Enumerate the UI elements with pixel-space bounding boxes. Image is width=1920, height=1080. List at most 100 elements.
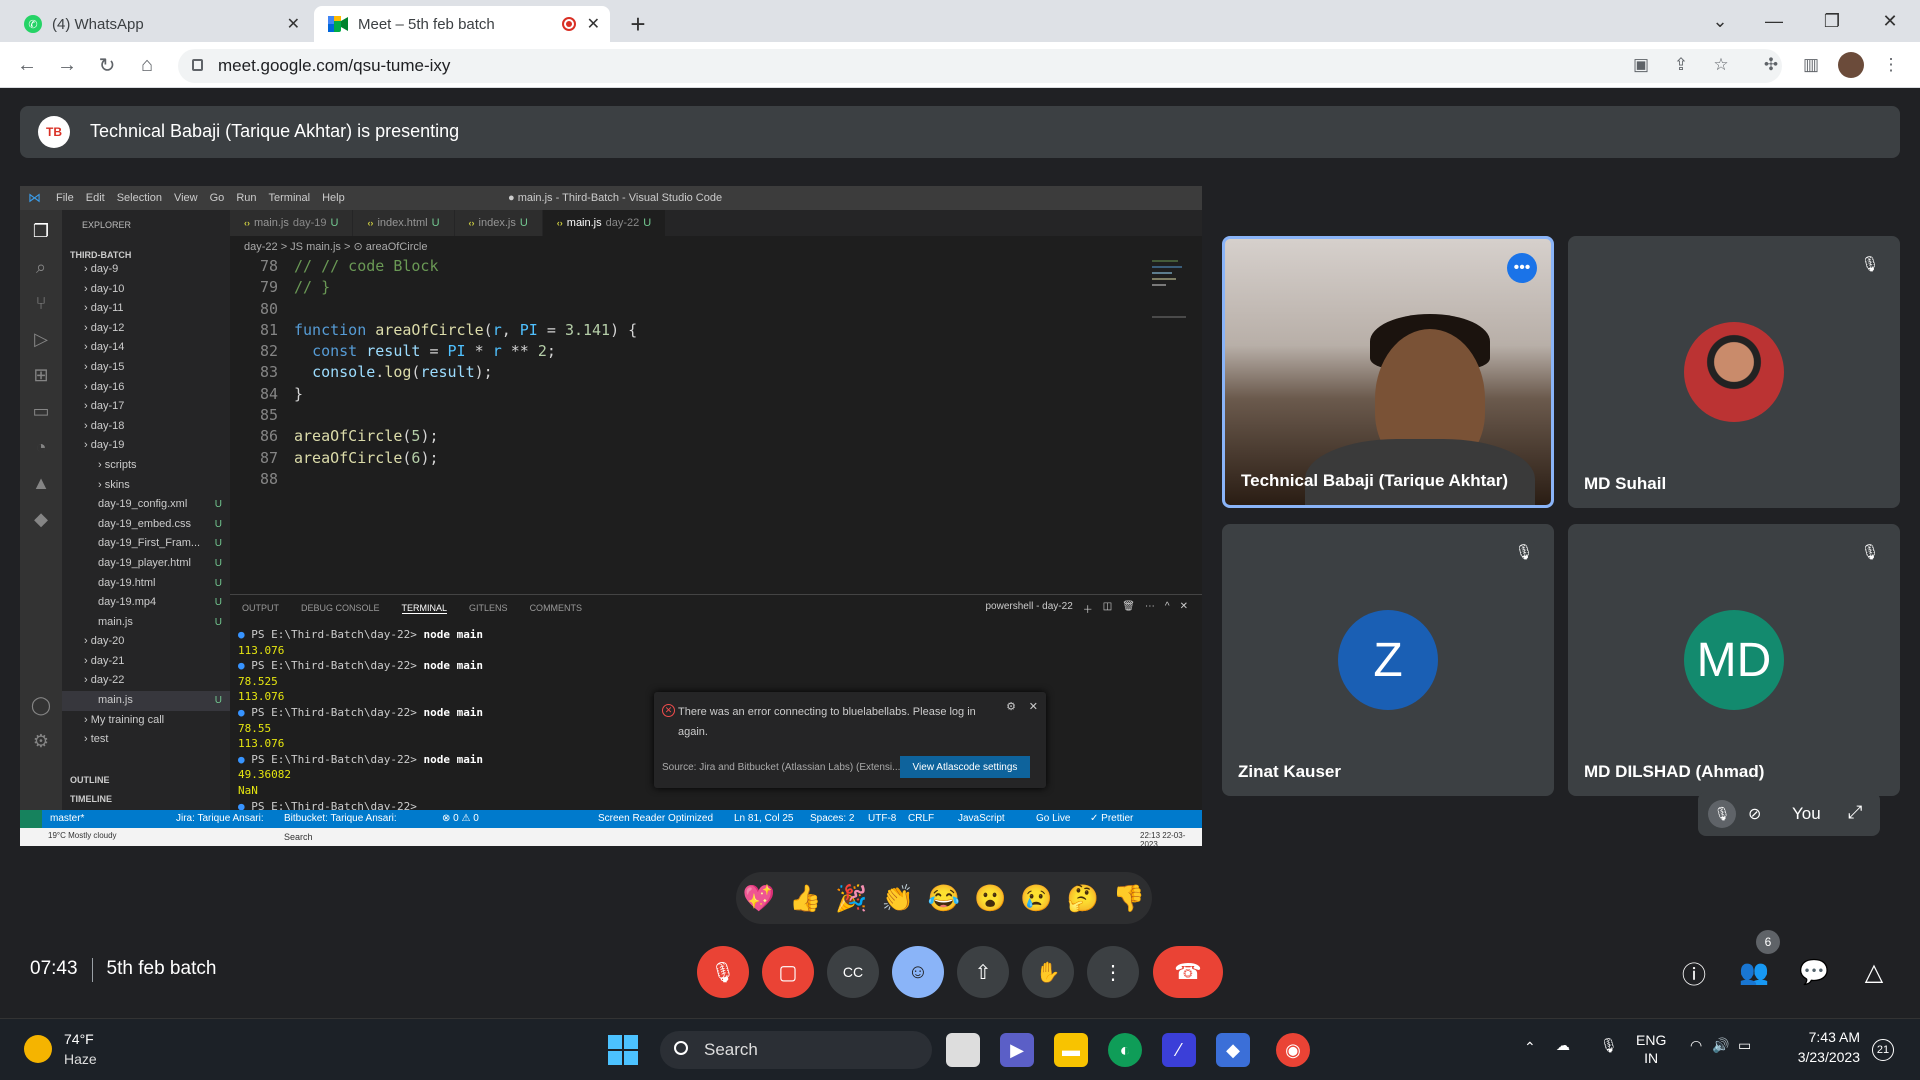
eol-status[interactable]: CRLF	[908, 813, 934, 824]
tab-search-icon[interactable]: ⌄	[1700, 6, 1740, 36]
participant-tile-md-dilshad[interactable]: 🎙 MD MD DILSHAD (Ahmad)	[1568, 524, 1900, 796]
panel-tab-comments[interactable]: COMMENTS	[530, 603, 583, 614]
code-line[interactable]: 79 // }	[230, 277, 1170, 298]
tree-item[interactable]: › skins	[62, 476, 230, 496]
tree-item[interactable]: › day-11	[62, 299, 230, 319]
view-atlascode-settings-button[interactable]: View Atlascode settings	[900, 756, 1030, 778]
code-line[interactable]: 82 const result = PI * r ** 2;	[230, 341, 1170, 362]
tree-item[interactable]: day-19_First_Fram... U	[62, 534, 230, 554]
jira-status[interactable]: Jira: Tarique Ansari:	[176, 813, 264, 824]
tree-item[interactable]: day-19_config.xml U	[62, 495, 230, 515]
code-line[interactable]: 85	[230, 405, 1170, 426]
code-line[interactable]: 86 areaOfCircle(5);	[230, 426, 1170, 447]
remote-explorer-icon[interactable]: ▭	[30, 400, 52, 422]
tree-item[interactable]: main.js U	[62, 691, 230, 711]
activities-icon[interactable]: △	[1856, 954, 1892, 990]
tree-item[interactable]: day-19.mp4 U	[62, 593, 230, 613]
menu-run[interactable]: Run	[236, 192, 256, 204]
tree-item[interactable]: › day-12	[62, 319, 230, 339]
menu-icon[interactable]: ⋮	[1878, 52, 1904, 78]
camera-toggle-button[interactable]: ▢	[762, 946, 814, 998]
reload-icon[interactable]: ↻	[92, 50, 122, 80]
menu-terminal[interactable]: Terminal	[269, 192, 311, 204]
code-area[interactable]: 78 // // code Block 79 // } 80 81 function are…	[230, 256, 1170, 490]
reaction-emoji-button[interactable]: 😢	[1020, 883, 1052, 914]
mic-icon[interactable]: 🎙	[1600, 1037, 1618, 1054]
reaction-emoji-button[interactable]: 👏	[882, 883, 914, 914]
remote-indicator[interactable]	[20, 810, 42, 828]
editor-tab[interactable]: ‹› main.js day-19 U	[230, 210, 354, 236]
menu-edit[interactable]: Edit	[86, 192, 105, 204]
code-editor[interactable]: ‹› main.js day-19 U ‹› index.html U ‹› index.js U…	[230, 210, 1202, 658]
split-terminal-icon[interactable]: ◫	[1103, 601, 1112, 616]
edge-icon[interactable]: ◐	[1108, 1033, 1142, 1067]
outline-section[interactable]: OUTLINE	[70, 775, 110, 785]
indent-status[interactable]: Spaces: 2	[810, 813, 854, 824]
captions-button[interactable]: CC	[827, 946, 879, 998]
close-tab-icon[interactable]: ✕	[287, 14, 300, 34]
search-icon[interactable]: ⌕	[30, 256, 52, 278]
panel-tab-output[interactable]: OUTPUT	[242, 603, 279, 614]
minimize-button[interactable]: —	[1754, 6, 1794, 36]
reaction-emoji-button[interactable]: 🤔	[1066, 883, 1098, 914]
star-icon[interactable]: ☆	[1708, 52, 1734, 78]
task-view-icon[interactable]	[946, 1033, 980, 1067]
source-control-icon[interactable]: ⑂	[30, 292, 52, 314]
minimap[interactable]	[1150, 256, 1190, 376]
menu-file[interactable]: File	[56, 192, 74, 204]
tree-item[interactable]: › day-10	[62, 280, 230, 300]
chevron-up-icon[interactable]: ⌃	[1524, 1039, 1536, 1056]
notification-count[interactable]: 21	[1872, 1039, 1894, 1061]
share-icon[interactable]: ⇪	[1668, 52, 1694, 78]
tree-item[interactable]: › day-18	[62, 417, 230, 437]
info-icon[interactable]: ⓘ	[1676, 954, 1712, 990]
bitbucket-status[interactable]: Bitbucket: Tarique Ansari:	[284, 813, 397, 824]
screen-reader-status[interactable]: Screen Reader Optimized	[598, 813, 713, 824]
wifi-icon[interactable]: ◠	[1690, 1037, 1702, 1054]
leave-call-button[interactable]: ☎	[1153, 946, 1223, 998]
tree-item[interactable]: › day-21	[62, 652, 230, 672]
run-debug-icon[interactable]: ▷	[30, 328, 52, 350]
tree-item[interactable]: › day-19	[62, 436, 230, 456]
tree-item[interactable]: day-19.html U	[62, 574, 230, 594]
language-status[interactable]: JavaScript	[958, 813, 1005, 824]
tree-item[interactable]: › scripts	[62, 456, 230, 476]
app-icon[interactable]: ⁄	[1162, 1033, 1196, 1067]
branch-status[interactable]: master*	[50, 813, 84, 824]
tree-item[interactable]: › day-15	[62, 358, 230, 378]
cursor-position[interactable]: Ln 81, Col 25	[734, 813, 794, 824]
close-tab-icon[interactable]: ✕	[587, 14, 600, 34]
reaction-emoji-button[interactable]: 💖	[743, 883, 775, 914]
menu-view[interactable]: View	[174, 192, 198, 204]
menu-go[interactable]: Go	[210, 192, 225, 204]
present-button[interactable]: ⇧	[957, 946, 1009, 998]
reaction-emoji-button[interactable]: 👎	[1113, 883, 1145, 914]
participant-tile-zinat[interactable]: 🎙 Z Zinat Kauser	[1222, 524, 1554, 796]
maximize-panel-icon[interactable]: ^	[1165, 601, 1170, 616]
code-line[interactable]: 83 console.log(result);	[230, 362, 1170, 383]
battery-icon[interactable]: ▭	[1738, 1037, 1751, 1054]
home-icon[interactable]: ⌂	[132, 50, 162, 80]
raise-hand-button[interactable]: ✋	[1022, 946, 1074, 998]
back-icon[interactable]: ←	[12, 50, 42, 80]
tree-item[interactable]: day-19_embed.css U	[62, 515, 230, 535]
participant-tile-md-suhail[interactable]: 🎙 MD Suhail	[1568, 236, 1900, 508]
atlassian-icon[interactable]: ▲	[30, 472, 52, 494]
tree-item[interactable]: › day-14	[62, 338, 230, 358]
panel-tab-gitlens[interactable]: GITLENS	[469, 603, 508, 614]
go-live-status[interactable]: Go Live	[1036, 813, 1070, 824]
terminal-name[interactable]: powershell - day-22	[985, 601, 1072, 616]
reaction-emoji-button[interactable]: 🎉	[835, 883, 867, 914]
tree-item[interactable]: › day-17	[62, 397, 230, 417]
encoding-status[interactable]: UTF-8	[868, 813, 896, 824]
reaction-emoji-button[interactable]: 👍	[789, 883, 821, 914]
tree-item[interactable]: › My training call	[62, 711, 230, 731]
code-line[interactable]: 78 // // code Block	[230, 256, 1170, 277]
start-button[interactable]	[608, 1035, 638, 1065]
self-view-tile[interactable]: 🎙 ⊘ You ⤢	[1698, 792, 1880, 836]
more-options-icon[interactable]: •••	[1507, 253, 1537, 283]
editor-tab[interactable]: ‹› index.js U	[454, 210, 543, 236]
tree-item[interactable]: main.js U	[62, 613, 230, 633]
workspace-root[interactable]: THIRD-BATCH	[70, 250, 131, 260]
gitlens-icon[interactable]: ◔	[30, 436, 52, 458]
